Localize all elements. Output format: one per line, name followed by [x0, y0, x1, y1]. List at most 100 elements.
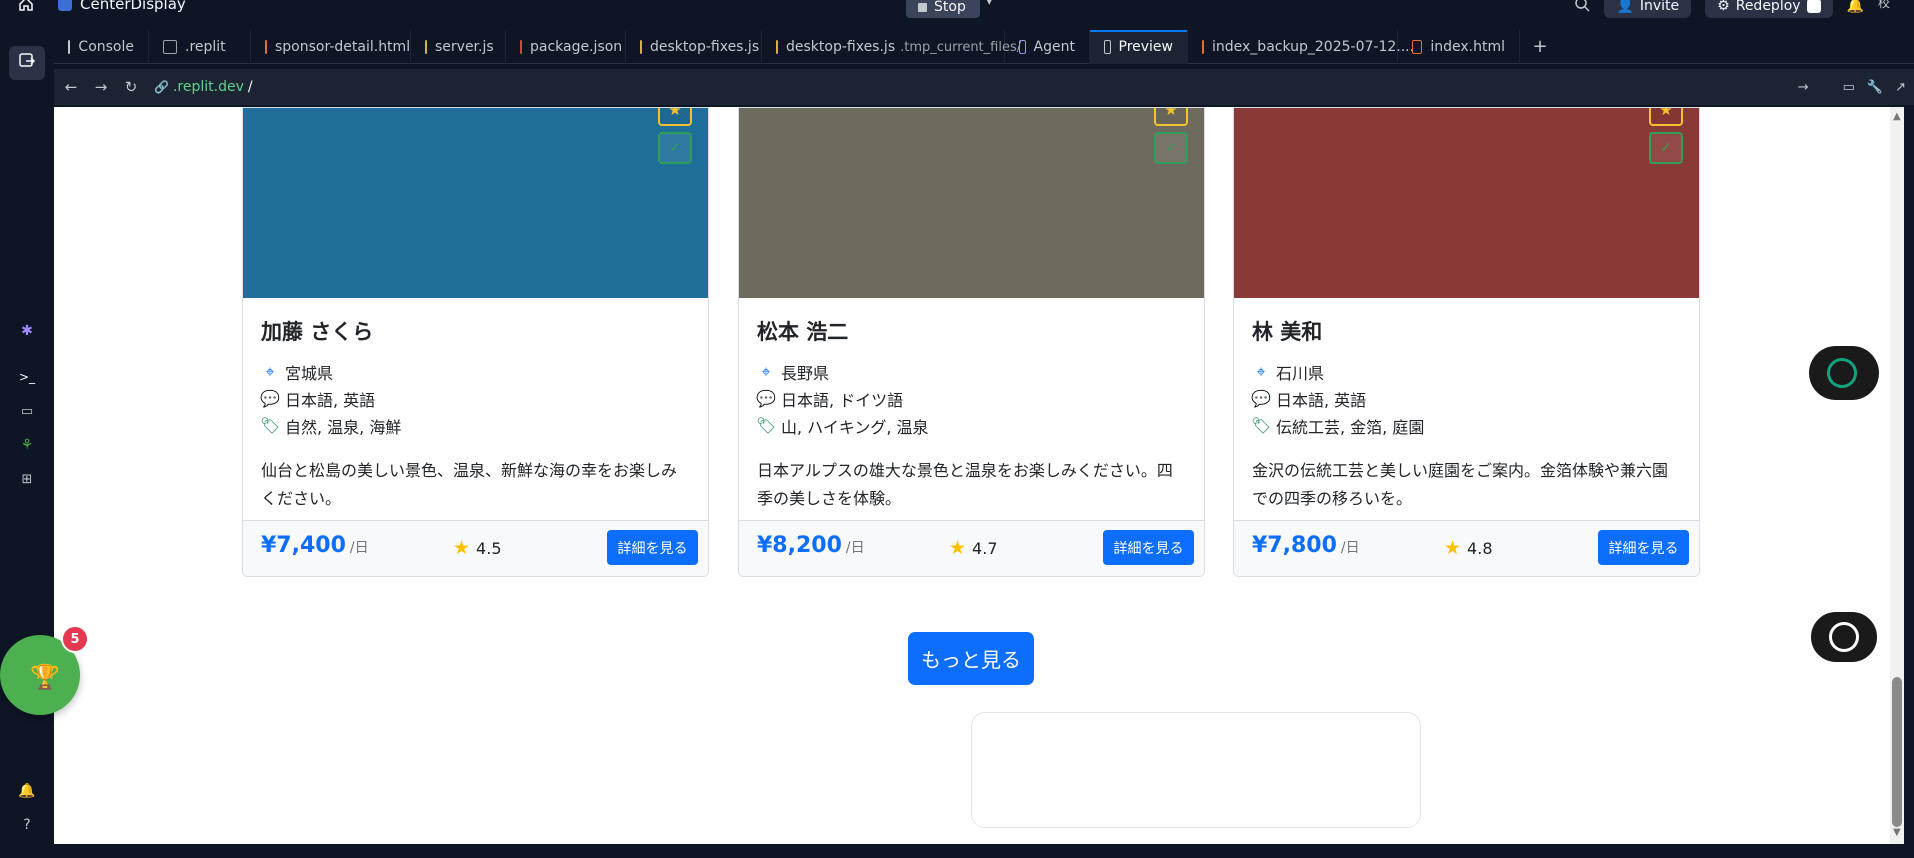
ai-chat-button[interactable] [1809, 610, 1879, 664]
price-value: ¥7,800 [1252, 533, 1337, 558]
help-icon[interactable]: ? [14, 814, 40, 836]
tab-replit[interactable]: .replit [149, 30, 251, 64]
invite-label: Invite [1639, 0, 1680, 14]
agent-icon [1019, 40, 1026, 54]
price-value: ¥8,200 [757, 533, 842, 558]
guide-name: 林 美和 [1252, 320, 1323, 344]
scrollbar-thumb[interactable] [1892, 677, 1902, 827]
guide-card: ★ ✓ 松本 浩二 ⌖ 長野県 💬 日本語, ドイツ語 🏷 山, ハイキング, … [738, 107, 1205, 577]
ai-assistant-button[interactable] [1809, 346, 1879, 400]
url-field[interactable]: 🔗 .replit.dev / [154, 69, 253, 105]
tags-text: 自然, 温泉, 海鮮 [285, 417, 402, 437]
favorite-star-icon[interactable]: ★ [658, 108, 692, 126]
tab-label: sponsor-detail.html [275, 39, 411, 55]
tab-index-backup-2025-07-12[interactable]: index_backup_2025-07-12.... [1188, 30, 1414, 64]
view-details-button[interactable]: 詳細を見る [1598, 530, 1689, 565]
location-pin-icon: ⌖ [265, 361, 275, 381]
favorite-star-icon[interactable]: ★ [1649, 108, 1683, 126]
open-new-tab-icon[interactable]: ↗ [1895, 80, 1906, 95]
tab-server-js[interactable]: server.js [411, 30, 506, 64]
deploy-status-icon [1806, 0, 1821, 13]
tab-label: desktop-fixes.js [786, 39, 896, 55]
devtools-icon[interactable]: 🔧 [1867, 80, 1883, 95]
chat-bubble-icon: 💬 [1251, 389, 1271, 408]
new-tab-icon[interactable]: + [1520, 30, 1560, 63]
languages-text: 日本語, ドイツ語 [781, 390, 904, 410]
alerts-icon[interactable]: 🔔 [14, 780, 40, 802]
shell-rail-icon[interactable]: >_ [14, 366, 40, 388]
guide-photo[interactable]: ★ ✓ [739, 108, 1204, 298]
tab-package-json[interactable]: package.json [506, 30, 626, 64]
search-icon[interactable] [1574, 0, 1590, 16]
tab-console[interactable]: Console [54, 30, 149, 64]
tags-text: 山, ハイキング, 温泉 [781, 417, 929, 437]
back-icon[interactable]: ← [56, 72, 86, 102]
device-icon[interactable]: ▭ [1843, 80, 1855, 95]
url-path: / [247, 79, 253, 95]
link-icon: 🔗 [154, 80, 169, 94]
html-file-icon [265, 40, 267, 54]
top-bar: CenterDisplay Stop ▾ 👤 Invite ⚙ Redeploy… [0, 0, 1914, 18]
repl-title[interactable]: CenterDisplay [58, 0, 186, 13]
tab-preview[interactable]: Preview [1090, 30, 1188, 64]
go-icon[interactable]: → [1798, 80, 1809, 95]
guide-photo[interactable]: ★ ✓ [243, 108, 708, 298]
reload-icon[interactable]: ↻ [116, 72, 146, 102]
tab-agent[interactable]: Agent [1005, 30, 1090, 64]
forward-icon[interactable]: → [86, 72, 116, 102]
tags-text: 伝統工芸, 金箔, 庭園 [1276, 417, 1425, 437]
load-more-button[interactable]: もっと見る [908, 632, 1034, 685]
tab-desktop-fixes-js[interactable]: desktop-fixes.js [626, 30, 762, 64]
tab-label: .replit [185, 39, 226, 55]
preview-icon [1104, 40, 1111, 54]
tag-icon: 🏷 [1250, 416, 1272, 435]
preview-scrollbar[interactable]: ▲ ▼ [1890, 107, 1904, 844]
scroll-up-icon[interactable]: ▲ [1893, 111, 1901, 122]
location-text: 長野県 [781, 363, 830, 383]
trophy-icon: 🏆 [30, 663, 60, 691]
price-value: ¥7,400 [261, 533, 346, 558]
files-panel-icon[interactable] [14, 49, 40, 71]
deploy-rail-icon[interactable]: ⚘ [14, 434, 40, 456]
all-tools-icon[interactable]: ⊞ [14, 468, 40, 490]
stop-button[interactable]: Stop [906, 0, 980, 18]
location-text: 石川県 [1276, 363, 1325, 383]
left-rail: ✱ >_ ▭ ⚘ ⊞ 🔔 ? [0, 14, 54, 858]
deploy-icon: ⚙ [1717, 0, 1730, 14]
price-unit: /日 [1340, 540, 1360, 556]
verified-check-icon: ✓ [1649, 132, 1683, 164]
redeploy-button[interactable]: ⚙ Redeploy [1705, 0, 1833, 18]
location-row: ⌖ 宮城県 [261, 358, 690, 385]
bell-icon[interactable]: 🔔 [1847, 0, 1864, 14]
tab-label: index_backup_2025-07-12.... [1212, 39, 1415, 55]
tags-row: 🏷 自然, 温泉, 海鮮 [259, 412, 690, 439]
view-details-button[interactable]: 詳細を見る [1103, 530, 1194, 565]
tab-label: server.js [435, 39, 494, 55]
html-file-icon [1202, 40, 1204, 54]
add-user-icon: 👤 [1616, 0, 1634, 14]
languages-row: 💬 日本語, 英語 [260, 385, 690, 412]
scroll-down-icon[interactable]: ▼ [1893, 827, 1901, 838]
view-details-button[interactable]: 詳細を見る [607, 530, 698, 565]
tab-label: index.html [1430, 39, 1505, 55]
tab-label: Preview [1118, 39, 1174, 55]
guide-card: ★ ✓ 加藤 さくら ⌖ 宮城県 💬 日本語, 英語 🏷 自然, 温泉, 海鮮 … [242, 107, 709, 577]
stop-icon [918, 2, 927, 12]
preview-rail-icon[interactable]: ▭ [14, 400, 40, 422]
tag-icon: 🏷 [259, 416, 281, 435]
avatar[interactable]: 校 [1878, 0, 1914, 18]
agent-rail-icon[interactable]: ✱ [14, 320, 40, 342]
invite-button[interactable]: 👤 Invite [1604, 0, 1692, 18]
achievements-button[interactable]: 🏆 5 [0, 625, 100, 715]
tab-sponsor-detail-html[interactable]: sponsor-detail.html [251, 30, 411, 64]
tags-row: 🏷 山, ハイキング, 温泉 [756, 412, 1186, 439]
favorite-star-icon[interactable]: ★ [1154, 108, 1188, 126]
location-pin-icon: ⌖ [761, 361, 771, 381]
guide-photo[interactable]: ★ ✓ [1234, 108, 1699, 298]
run-options-chevron-icon[interactable]: ▾ [986, 0, 993, 9]
tab-index-html[interactable]: index.html [1398, 30, 1520, 64]
tab-desktop-fixes-js[interactable]: desktop-fixes.js .tmp_current_files/ [762, 30, 1021, 64]
repl-name: CenterDisplay [80, 0, 186, 13]
home-icon[interactable] [18, 0, 36, 12]
card-footer: ¥8,200/日 ★ 4.7 詳細を見る [739, 520, 1204, 576]
